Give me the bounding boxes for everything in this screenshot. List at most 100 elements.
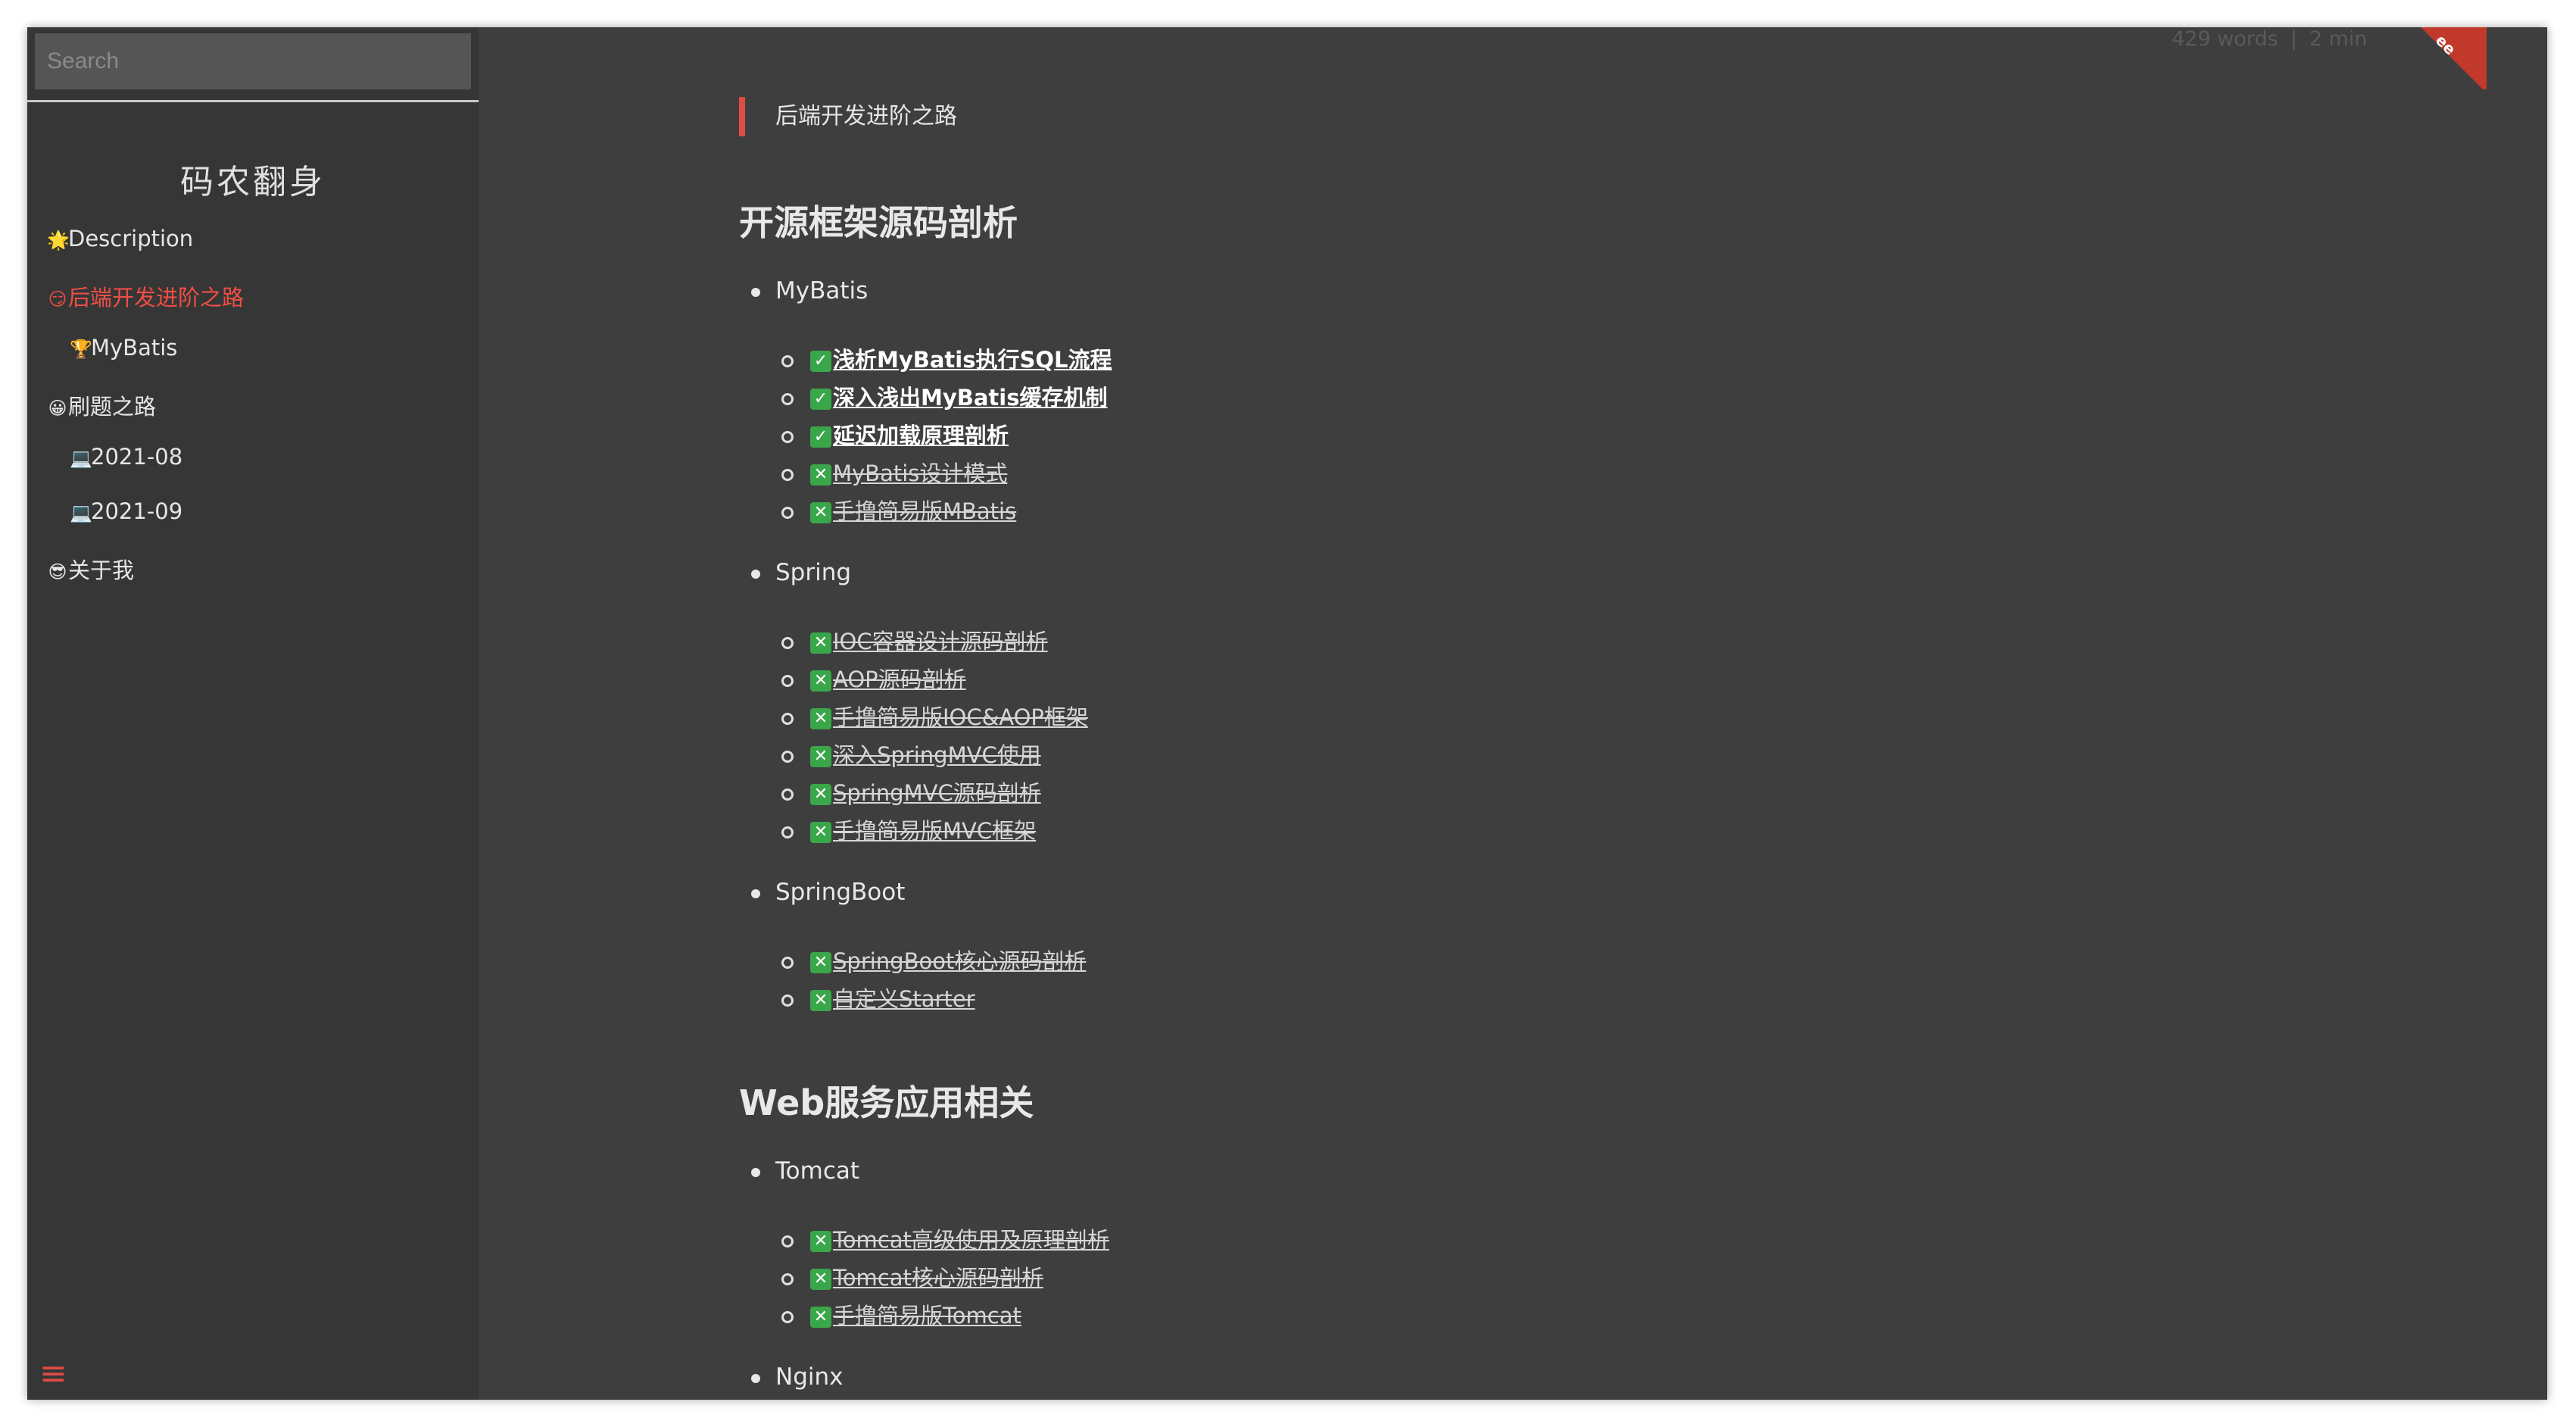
sidebar-item-label: 刷题之路 bbox=[68, 394, 157, 420]
circle-bullet-icon bbox=[781, 751, 794, 763]
word-count: 429 words bbox=[2172, 27, 2278, 51]
article-link[interactable]: SpringBoot核心源码剖析 bbox=[833, 948, 1086, 974]
search-bar bbox=[27, 27, 479, 102]
sidebar-item-description[interactable]: 🌟Description bbox=[47, 226, 193, 251]
article-link[interactable]: 手撸简易版Tomcat bbox=[833, 1303, 1021, 1329]
article-link[interactable]: AOP源码剖析 bbox=[833, 667, 966, 692]
article-link[interactable]: Tomcat核心源码剖析 bbox=[833, 1265, 1043, 1291]
article-link[interactable]: 手撸简易版MVC框架 bbox=[833, 818, 1036, 844]
sidebar-item-label: 后端开发进阶之路 bbox=[68, 285, 245, 311]
circle-bullet-icon bbox=[781, 355, 794, 367]
topic-item: Spring bbox=[739, 559, 851, 586]
topic-label: Tomcat bbox=[775, 1157, 860, 1185]
topic-item: MyBatis bbox=[739, 277, 868, 304]
article-item: ✕ Tomcat核心源码剖析 bbox=[775, 1260, 1043, 1292]
sunglasses-face-icon: 😎 bbox=[48, 561, 67, 582]
circle-bullet-icon bbox=[781, 713, 794, 725]
post-meta: 429 words | 2 min bbox=[2172, 27, 2367, 51]
circle-bullet-icon bbox=[781, 431, 794, 443]
circle-bullet-icon bbox=[781, 507, 794, 519]
check-mark-icon: ✓ bbox=[810, 426, 831, 448]
smirk-face-icon: 😏 bbox=[48, 289, 67, 310]
cross-mark-icon: ✕ bbox=[810, 670, 831, 692]
cross-mark-icon: ✕ bbox=[810, 1307, 831, 1328]
sidebar-item-leetcode[interactable]: 😀刷题之路 bbox=[47, 389, 156, 421]
site-title: 码农翻身 bbox=[180, 163, 326, 201]
circle-bullet-icon bbox=[781, 675, 794, 687]
meta-separator: | bbox=[2290, 27, 2297, 51]
topic-label: Spring bbox=[775, 559, 852, 586]
article-link[interactable]: SpringMVC源码剖析 bbox=[833, 780, 1041, 806]
sidebar-item-2021-08[interactable]: 💻2021-08 bbox=[70, 444, 182, 470]
article-link[interactable]: IOC容器设计源码剖析 bbox=[833, 629, 1048, 654]
bullet-icon bbox=[751, 569, 760, 579]
article-item: ✕ AOP源码剖析 bbox=[775, 662, 966, 694]
check-mark-icon: ✓ bbox=[810, 389, 831, 410]
cross-mark-icon: ✕ bbox=[810, 464, 831, 486]
trophy-icon: 🏆 bbox=[70, 339, 92, 360]
circle-bullet-icon bbox=[781, 957, 794, 969]
article-item: ✕ 深入SpringMVC使用 bbox=[775, 738, 1041, 770]
laptop-icon: 💻 bbox=[70, 448, 92, 469]
cross-mark-icon: ✕ bbox=[810, 502, 831, 523]
article-item: ✕ Tomcat高级使用及原理剖析 bbox=[775, 1222, 1109, 1254]
article-link[interactable]: 手撸简易版MBatis bbox=[833, 498, 1016, 524]
article-item: ✕ 手撸简易版Tomcat bbox=[775, 1298, 1021, 1330]
sidebar-item-label: 2021-08 bbox=[91, 444, 183, 470]
cross-mark-icon: ✕ bbox=[810, 1231, 831, 1252]
circle-bullet-icon bbox=[781, 1311, 794, 1323]
grin-face-icon: 😀 bbox=[48, 398, 67, 419]
sidebar-item-about[interactable]: 😎关于我 bbox=[47, 553, 134, 585]
article-link[interactable]: 深入SpringMVC使用 bbox=[833, 742, 1041, 768]
article-item: ✓ 延迟加载原理剖析 bbox=[775, 418, 1009, 450]
circle-bullet-icon bbox=[781, 995, 794, 1007]
sidebar-item-label: 关于我 bbox=[68, 557, 135, 583]
circle-bullet-icon bbox=[781, 1273, 794, 1285]
circle-bullet-icon bbox=[781, 637, 794, 649]
topic-label: SpringBoot bbox=[775, 879, 906, 906]
corner-ribbon[interactable]: ee bbox=[2419, 27, 2487, 89]
article-link[interactable]: 延迟加载原理剖析 bbox=[833, 423, 1009, 448]
article-item: ✕ MyBatis设计模式 bbox=[775, 456, 1007, 488]
article-link[interactable]: 手撸简易版IOC&AOP框架 bbox=[833, 704, 1088, 730]
circle-bullet-icon bbox=[781, 788, 794, 801]
circle-bullet-icon bbox=[781, 469, 794, 481]
cross-mark-icon: ✕ bbox=[810, 1269, 831, 1290]
bullet-icon bbox=[751, 1373, 760, 1383]
article-link[interactable]: 浅析MyBatis执行SQL流程 bbox=[833, 347, 1112, 373]
cross-mark-icon: ✕ bbox=[810, 990, 831, 1011]
article-item: ✕ SpringMVC源码剖析 bbox=[775, 776, 1041, 807]
article-item: ✓ 深入浅出MyBatis缓存机制 bbox=[775, 380, 1108, 412]
read-time: 2 min bbox=[2309, 27, 2368, 51]
circle-bullet-icon bbox=[781, 826, 794, 838]
hamburger-menu-icon[interactable]: ≡ bbox=[39, 1357, 67, 1391]
topic-item: Nginx bbox=[739, 1363, 843, 1391]
cross-mark-icon: ✕ bbox=[810, 708, 831, 729]
article-item: ✕ 手撸简易版IOC&AOP框架 bbox=[775, 700, 1088, 732]
sidebar-item-backend-path[interactable]: 😏后端开发进阶之路 bbox=[47, 280, 244, 312]
sidebar: 码农翻身 🌟Description 😏后端开发进阶之路 🏆MyBatis 😀刷题… bbox=[27, 27, 479, 1400]
article-link[interactable]: 自定义Starter bbox=[833, 986, 975, 1012]
cross-mark-icon: ✕ bbox=[810, 822, 831, 843]
sidebar-item-mybatis[interactable]: 🏆MyBatis bbox=[70, 335, 177, 361]
laptop-icon: 💻 bbox=[70, 502, 92, 523]
sidebar-item-2021-09[interactable]: 💻2021-09 bbox=[70, 498, 182, 524]
section-heading: 开源框架源码剖析 bbox=[739, 202, 1018, 243]
bullet-icon bbox=[751, 888, 760, 898]
browser-window: 码农翻身 🌟Description 😏后端开发进阶之路 🏆MyBatis 😀刷题… bbox=[27, 27, 2547, 1400]
search-input[interactable] bbox=[35, 33, 471, 89]
article-item: ✕ IOC容器设计源码剖析 bbox=[775, 624, 1048, 656]
article-link[interactable]: 深入浅出MyBatis缓存机制 bbox=[833, 385, 1108, 411]
topic-item: Tomcat bbox=[739, 1157, 859, 1185]
bullet-icon bbox=[751, 287, 760, 297]
cross-mark-icon: ✕ bbox=[810, 632, 831, 654]
article-item: ✕ SpringBoot核心源码剖析 bbox=[775, 944, 1086, 976]
circle-bullet-icon bbox=[781, 1235, 794, 1247]
article-link[interactable]: Tomcat高级使用及原理剖析 bbox=[833, 1227, 1109, 1253]
sidebar-item-label: MyBatis bbox=[91, 335, 178, 361]
article-link[interactable]: MyBatis设计模式 bbox=[833, 461, 1007, 486]
sidebar-item-label: Description bbox=[68, 226, 194, 251]
section-heading: Web服务应用相关 bbox=[739, 1082, 1034, 1123]
cross-mark-icon: ✕ bbox=[810, 784, 831, 805]
star-icon: 🌟 bbox=[47, 230, 70, 251]
